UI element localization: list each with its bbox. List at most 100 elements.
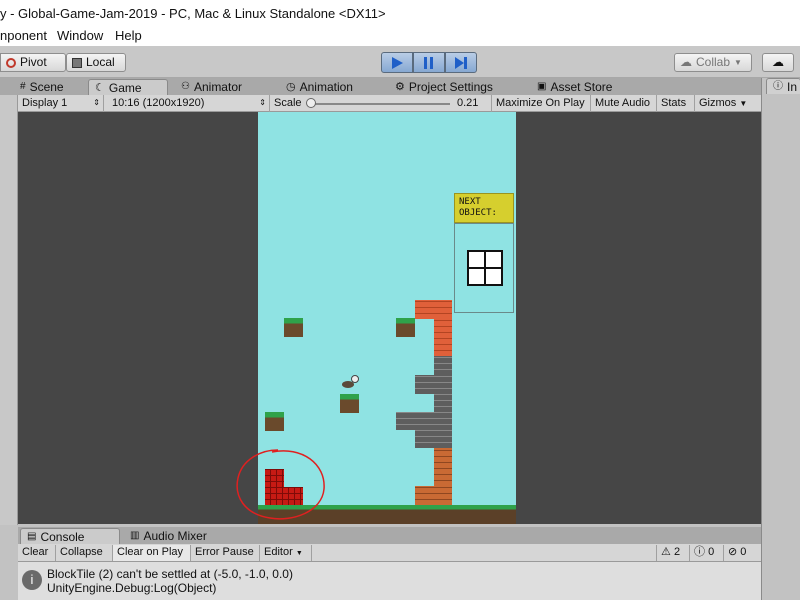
- stone-block: [415, 430, 452, 448]
- menu-component[interactable]: nponent: [0, 28, 47, 44]
- stats-label: Stats: [661, 97, 687, 109]
- pause-icon: [424, 56, 433, 69]
- log-info-icon: i: [22, 570, 42, 590]
- menu-window[interactable]: Window: [57, 28, 103, 44]
- animator-icon: ⚇: [181, 81, 190, 92]
- display-dropdown[interactable]: Display 1 ⇕: [18, 95, 104, 112]
- tab-animator[interactable]: ⚇ Animator: [175, 79, 248, 95]
- brick-block: [415, 300, 452, 319]
- gizmos-label: Gizmos: [699, 97, 737, 109]
- next-object-label: NEXT OBJECT:: [459, 197, 497, 218]
- updown-icon: ⇕: [93, 98, 100, 107]
- console-icon: ▤: [27, 530, 37, 542]
- mute-audio-toggle[interactable]: Mute Audio: [591, 95, 657, 112]
- error-count: 0: [740, 546, 747, 558]
- menu-help[interactable]: Help: [115, 28, 142, 44]
- left-panel-strip[interactable]: [0, 95, 18, 525]
- error-filter-toggle[interactable]: ⊘ 0: [724, 545, 761, 561]
- warning-count: 2: [673, 546, 681, 558]
- editor-tabs: # Scene ☾ Game ⚇ Animator ◷ Animation ⚙ …: [0, 78, 765, 95]
- clear-button[interactable]: Clear: [18, 545, 56, 561]
- editor-label: Editor: [264, 546, 293, 558]
- local-toggle[interactable]: Local: [66, 53, 126, 72]
- scale-slider-handle[interactable]: [306, 98, 316, 108]
- resolution-label: 10:16 (1200x1920): [112, 97, 205, 109]
- pivot-label: Pivot: [20, 55, 47, 69]
- game-view-toolbar: Display 1 ⇕ 10:16 (1200x1920) ⇕ Scale 0.…: [18, 95, 761, 112]
- audio-mixer-icon: ▥: [130, 530, 140, 541]
- tab-audio-mixer[interactable]: ▥ Audio Mixer: [124, 528, 213, 544]
- tab-project-settings[interactable]: ⚙ Project Settings: [389, 79, 499, 95]
- gizmos-dropdown[interactable]: Gizmos ▼: [695, 95, 761, 112]
- scale-slider[interactable]: [310, 103, 450, 105]
- tab-asset-store[interactable]: ▣ Asset Store: [531, 79, 618, 95]
- pause-button[interactable]: [413, 52, 445, 73]
- game-icon: ☾: [95, 81, 105, 94]
- step-icon: [455, 56, 467, 69]
- stone-block: [434, 356, 452, 375]
- tab-audio-mixer-label: Audio Mixer: [143, 529, 207, 543]
- tab-animation-label: Animation: [299, 80, 353, 94]
- console-toolbar: Clear Collapse Clear on Play Error Pause…: [18, 544, 761, 562]
- main-toolbar: Pivot Local ☁ Collab ▼ ☁: [0, 46, 800, 78]
- chevron-down-icon: ▼: [734, 58, 742, 67]
- scale-value: 0.21: [457, 97, 479, 109]
- scene-icon: #: [20, 81, 26, 92]
- collapse-label: Collapse: [60, 546, 103, 558]
- scale-slider-group: Scale 0.21: [270, 95, 492, 112]
- warning-filter-toggle[interactable]: ⚠ 2: [656, 545, 690, 561]
- maximize-on-play-toggle[interactable]: Maximize On Play: [492, 95, 591, 112]
- chevron-down-icon: ▼: [295, 550, 303, 557]
- inspector-panel: ⓘ In: [761, 78, 800, 600]
- window-title-bar: y - Global-Game-Jam-2019 - PC, Mac & Lin…: [0, 0, 800, 28]
- annotation-circle: [236, 449, 325, 520]
- tab-game[interactable]: ☾ Game: [88, 79, 168, 95]
- asset-store-icon: ▣: [537, 81, 547, 92]
- chevron-down-icon: ▼: [739, 99, 748, 108]
- error-pause-toggle[interactable]: Error Pause: [191, 545, 260, 561]
- warning-icon: ⚠: [661, 546, 671, 558]
- collab-label: Collab: [696, 55, 731, 69]
- play-icon: [392, 56, 403, 69]
- grass-block: [265, 412, 284, 431]
- tab-inspector-label: In: [787, 79, 798, 94]
- clear-on-play-toggle[interactable]: Clear on Play: [113, 545, 191, 561]
- tab-scene-label: Scene: [29, 80, 64, 94]
- clear-label: Clear: [22, 546, 49, 558]
- settings-icon: ⚙: [395, 81, 405, 93]
- log-message: BlockTile (2) can't be settled at (-5.0,…: [47, 567, 293, 581]
- info-filter-toggle[interactable]: ⓘ 0: [690, 545, 724, 561]
- collab-dropdown[interactable]: ☁ Collab ▼: [674, 53, 752, 72]
- console-tabs: ▤ Console ▥ Audio Mixer: [18, 527, 761, 544]
- orange-brick-block: [434, 448, 452, 486]
- maximize-label: Maximize On Play: [496, 97, 585, 109]
- tab-project-settings-label: Project Settings: [408, 80, 493, 94]
- console-log: i BlockTile (2) can't be settled at (-5.…: [18, 562, 761, 600]
- local-icon: [72, 57, 82, 68]
- bird-character: [342, 375, 360, 389]
- window-title: y - Global-Game-Jam-2019 - PC, Mac & Lin…: [0, 6, 386, 21]
- editor-dropdown[interactable]: Editor ▼: [260, 545, 312, 561]
- tab-animation[interactable]: ◷ Animation: [280, 79, 359, 95]
- log-entry[interactable]: i BlockTile (2) can't be settled at (-5.…: [18, 564, 761, 598]
- pivot-icon: [6, 57, 16, 68]
- clear-on-play-label: Clear on Play: [117, 546, 184, 558]
- error-icon: ⊘: [728, 546, 738, 558]
- tab-scene[interactable]: # Scene: [14, 79, 70, 95]
- tab-console[interactable]: ▤ Console: [20, 528, 120, 544]
- play-button[interactable]: [381, 52, 413, 73]
- stats-toggle[interactable]: Stats: [657, 95, 695, 112]
- pivot-toggle[interactable]: Pivot: [0, 53, 66, 72]
- next-object-header: NEXT OBJECT:: [454, 193, 514, 223]
- collapse-toggle[interactable]: Collapse: [56, 545, 113, 561]
- tab-inspector[interactable]: ⓘ In: [766, 78, 800, 94]
- stone-block: [434, 394, 452, 412]
- tab-game-label: Game: [108, 80, 142, 95]
- info-count: 0: [708, 546, 715, 558]
- resolution-dropdown[interactable]: 10:16 (1200x1920) ⇕: [108, 95, 270, 112]
- info-icon: ⓘ: [773, 80, 783, 92]
- orange-brick-block: [415, 486, 452, 505]
- cloud-icon: ☁: [772, 55, 784, 69]
- cloud-button[interactable]: ☁: [762, 53, 794, 72]
- step-button[interactable]: [445, 52, 477, 73]
